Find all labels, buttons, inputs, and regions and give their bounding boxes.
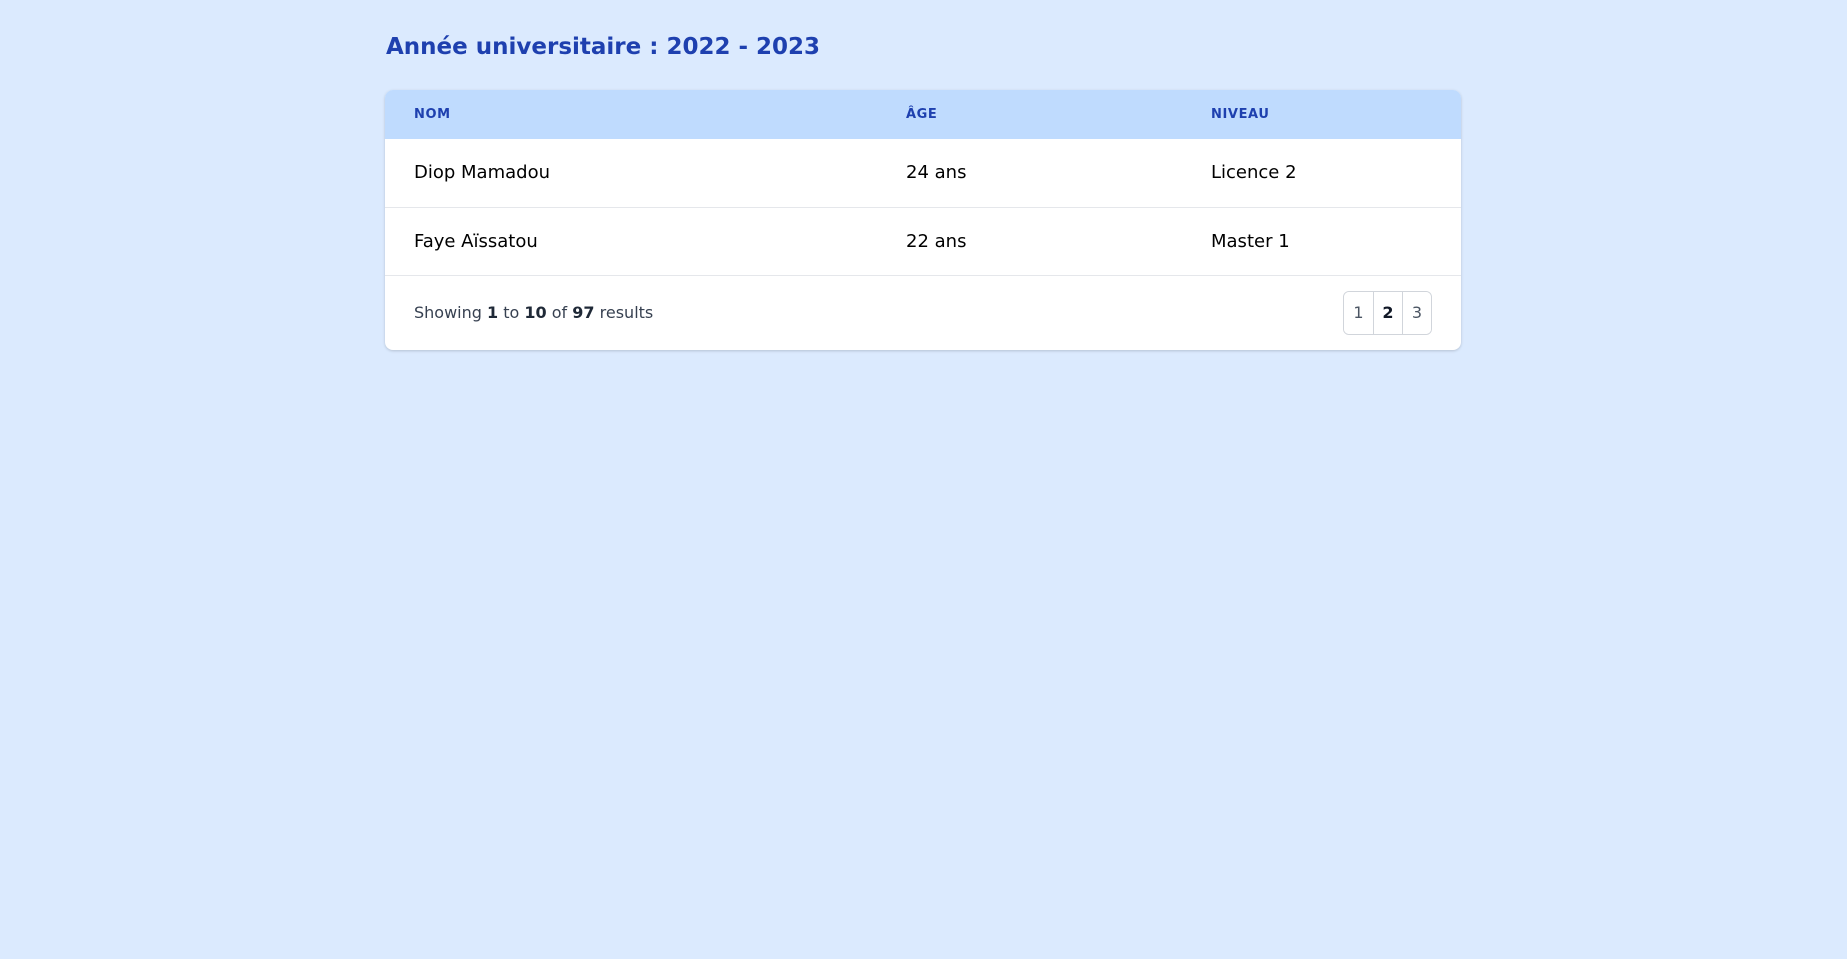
- table-row: Diop Mamadou 24 ans Licence 2: [385, 139, 1461, 207]
- cell-nom: Faye Aïssatou: [414, 230, 538, 252]
- column-header-age: ÂGE: [906, 107, 938, 122]
- summary-to-word: to: [503, 303, 520, 322]
- column-header-niveau: NIVEAU: [1211, 107, 1270, 122]
- summary-suffix: results: [599, 303, 654, 322]
- summary-prefix: Showing: [414, 303, 482, 322]
- page-button-2[interactable]: 2: [1373, 291, 1402, 334]
- column-header-nom: NOM: [414, 107, 451, 122]
- summary-from: 1: [487, 303, 499, 322]
- cell-nom: Diop Mamadou: [414, 162, 550, 184]
- cell-niveau: Licence 2: [1211, 162, 1297, 184]
- summary-to: 10: [524, 303, 547, 322]
- summary-total: 97: [572, 303, 595, 322]
- cell-age: 24 ans: [906, 162, 967, 184]
- cell-age: 22 ans: [906, 230, 967, 252]
- table-body: Diop Mamadou 24 ans Licence 2 Faye Aïssa…: [385, 139, 1461, 275]
- table-header: NOM ÂGE NIVEAU: [385, 90, 1461, 139]
- page-title: Année universitaire : 2022 - 2023: [386, 34, 821, 60]
- results-summary: Showing 1 to 10 of 97 results: [414, 303, 653, 322]
- page-button-3[interactable]: 3: [1402, 291, 1431, 334]
- page-container: Année universitaire : 2022 - 2023 NOM ÂG…: [385, 28, 1461, 350]
- students-card: NOM ÂGE NIVEAU Diop Mamadou 24 ans Licen…: [385, 90, 1461, 350]
- pagination: 1 2 3: [1343, 290, 1432, 335]
- page-button-1[interactable]: 1: [1344, 291, 1373, 334]
- table-header-row: NOM ÂGE NIVEAU: [385, 90, 1461, 139]
- table-footer: Showing 1 to 10 of 97 results 1 2 3: [385, 276, 1461, 350]
- summary-of-word: of: [551, 303, 568, 322]
- cell-niveau: Master 1: [1211, 230, 1290, 252]
- students-table: NOM ÂGE NIVEAU Diop Mamadou 24 ans Licen…: [385, 90, 1461, 276]
- table-row: Faye Aïssatou 22 ans Master 1: [385, 207, 1461, 275]
